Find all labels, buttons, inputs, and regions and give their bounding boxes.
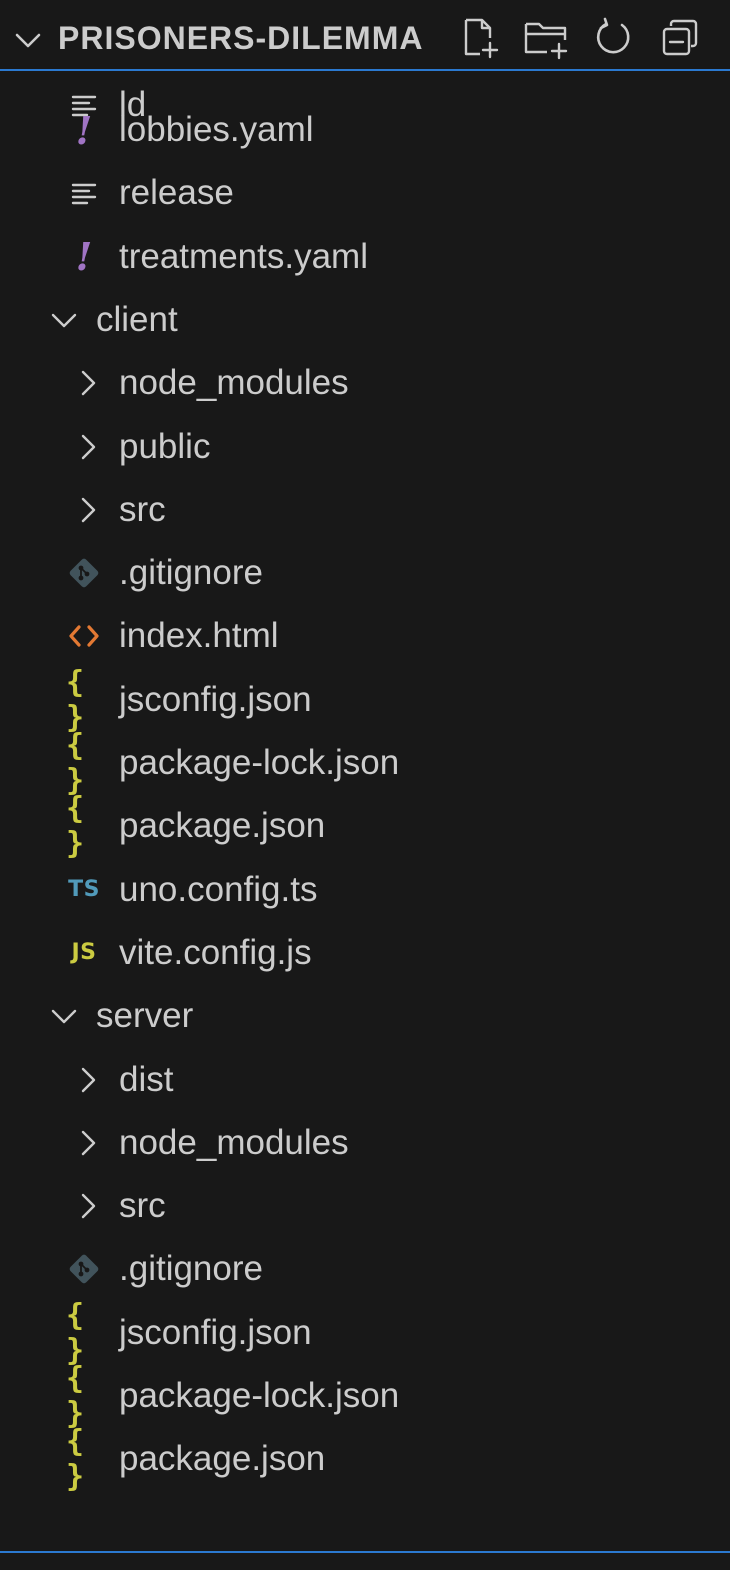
file-label: package-lock.json	[119, 743, 400, 782]
chevron-right-icon	[70, 492, 106, 528]
file-label: .gitignore	[119, 1249, 263, 1289]
ts-icon-glyph: TS	[68, 877, 100, 903]
chevron-down-icon[interactable]	[12, 24, 44, 56]
ts-file-icon: TS	[66, 872, 102, 908]
chevron-right-icon	[70, 429, 106, 465]
git-file-icon	[66, 1251, 102, 1287]
git-file-icon	[66, 555, 102, 591]
js-icon-glyph: JS	[71, 940, 97, 966]
focus-border	[0, 1551, 730, 1553]
yaml-file-icon: !	[66, 108, 102, 153]
refresh-icon[interactable]	[590, 14, 638, 62]
json-file-icon: { }	[66, 1424, 102, 1494]
file-tree: ld! lobbies.yaml release! treatments.yaml cl…	[0, 0, 730, 1550]
file-label: package-lock.json	[119, 1376, 400, 1415]
html-file-icon	[66, 618, 102, 654]
file-label: jsconfig.json	[119, 1312, 312, 1352]
js-file-icon: JS	[66, 935, 102, 971]
folder-row[interactable]: src	[0, 1176, 730, 1236]
folder-label: node_modules	[119, 1122, 349, 1162]
yaml-file-icon: !	[66, 234, 102, 279]
folder-row[interactable]: public	[0, 417, 730, 477]
file-row[interactable]: JS vite.config.js	[0, 923, 730, 983]
explorer-title: PRISONERS-DILEMMA	[58, 20, 424, 56]
folder-label: dist	[119, 1059, 174, 1099]
json-icon-glyph: { }	[66, 1297, 84, 1368]
folder-label: src	[119, 1186, 166, 1226]
file-row[interactable]: { } package-lock.json	[0, 1361, 730, 1431]
json-icon-glyph: { }	[66, 1361, 84, 1431]
file-row[interactable]: { } package.json	[0, 791, 730, 861]
json-file-icon: { }	[66, 1361, 102, 1431]
json-icon-glyph: { }	[66, 1424, 84, 1495]
file-row[interactable]: index.html	[0, 606, 730, 666]
file-row[interactable]: { } package.json	[0, 1424, 730, 1494]
collapse-all-icon[interactable]	[657, 14, 705, 62]
chevron-right-icon	[70, 1188, 106, 1224]
folder-row[interactable]: src	[0, 480, 730, 540]
file-label: lobbies.yaml	[119, 110, 314, 149]
file-row[interactable]: TS uno.config.ts	[0, 860, 730, 920]
folder-row[interactable]: client	[0, 290, 730, 350]
explorer-actions	[456, 14, 714, 62]
explorer-header[interactable]: PRISONERS-DILEMMA	[0, 0, 730, 71]
new-file-icon[interactable]	[456, 14, 504, 62]
json-file-icon: { }	[66, 728, 102, 798]
folder-row[interactable]: node_modules	[0, 1113, 730, 1173]
file-row[interactable]: { } package-lock.json	[0, 728, 730, 798]
file-label: uno.config.ts	[119, 869, 318, 909]
file-label: treatments.yaml	[119, 236, 368, 276]
folder-row[interactable]: node_modules	[0, 353, 730, 413]
file-row[interactable]: ! treatments.yaml	[0, 227, 730, 287]
json-file-icon: { }	[66, 1298, 102, 1368]
yaml-icon-glyph: !	[75, 234, 93, 280]
file-row[interactable]: { } jsconfig.json	[0, 1298, 730, 1368]
file-label: release	[119, 173, 234, 213]
new-folder-icon[interactable]	[523, 14, 571, 62]
file-label: .gitignore	[119, 553, 263, 593]
chevron-down-icon	[46, 998, 82, 1034]
file-row[interactable]: release	[0, 163, 730, 223]
file-label: package.json	[119, 1439, 326, 1479]
chevron-down-icon	[46, 302, 82, 338]
folder-label: public	[119, 426, 211, 466]
folder-row[interactable]: dist	[0, 1050, 730, 1110]
file-row[interactable]: .gitignore	[0, 543, 730, 603]
file-label: jsconfig.json	[119, 679, 312, 719]
file-row[interactable]: { } jsconfig.json	[0, 665, 730, 735]
chevron-right-icon	[70, 1125, 106, 1161]
file-row[interactable]: .gitignore	[0, 1239, 730, 1299]
json-icon-glyph: { }	[66, 791, 84, 862]
folder-label: server	[96, 996, 194, 1036]
json-file-icon: { }	[66, 665, 102, 735]
chevron-right-icon	[70, 1062, 106, 1098]
folder-row[interactable]: server	[0, 986, 730, 1046]
file-label: vite.config.js	[119, 932, 312, 972]
folder-label: src	[119, 489, 166, 529]
text-file-icon	[66, 175, 102, 211]
json-file-icon: { }	[66, 791, 102, 861]
json-icon-glyph: { }	[66, 728, 84, 798]
file-label: package.json	[119, 806, 326, 846]
folder-label: node_modules	[119, 363, 349, 403]
file-label: index.html	[119, 616, 279, 656]
yaml-icon-glyph: !	[75, 107, 93, 153]
json-icon-glyph: { }	[66, 664, 84, 735]
file-row[interactable]: ! lobbies.yaml	[0, 100, 730, 160]
chevron-right-icon	[70, 365, 106, 401]
folder-label: client	[96, 299, 178, 339]
